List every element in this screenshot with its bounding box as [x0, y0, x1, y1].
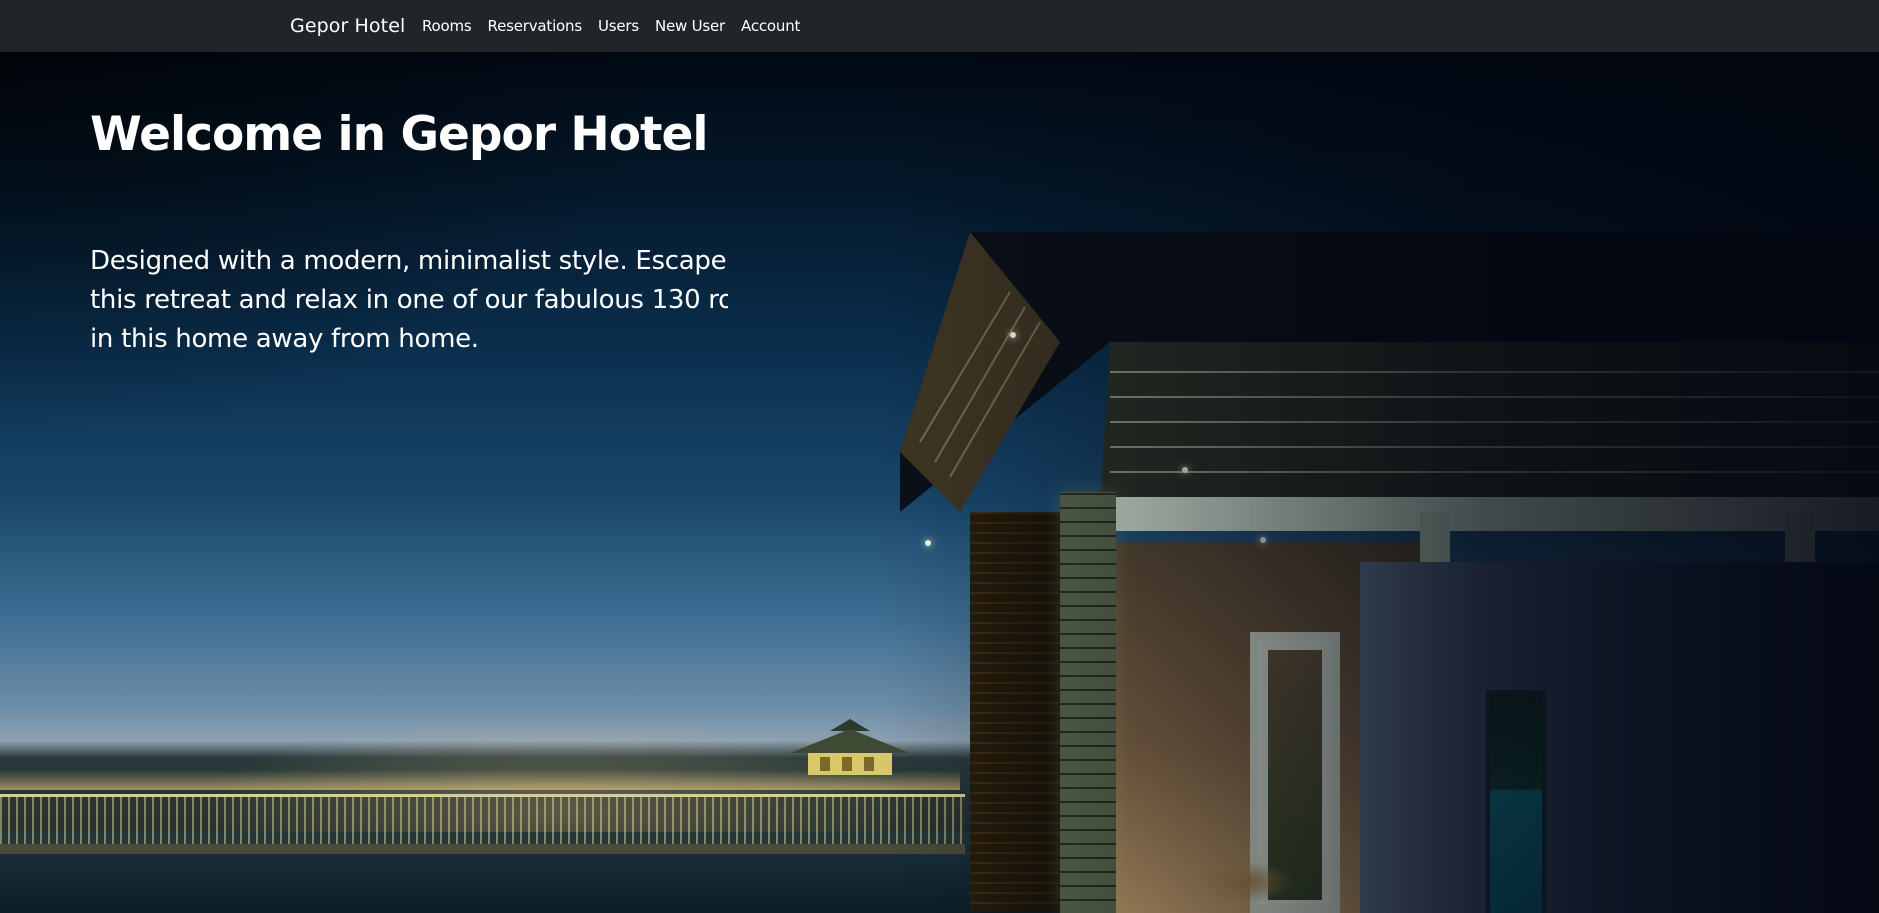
nav-links: Rooms Reservations Users New User Accoun…: [422, 0, 816, 52]
nav-link-users[interactable]: Users: [598, 17, 639, 35]
hero-background-image: [0, 52, 1879, 913]
pier-railing: [0, 794, 965, 844]
nav-link-new-user[interactable]: New User: [655, 17, 725, 35]
hero-title: Welcome in Gepor Hotel: [90, 107, 708, 162]
pier-deck: [0, 844, 965, 854]
nav-link-reservations[interactable]: Reservations: [488, 17, 583, 35]
top-navbar: Gepor Hotel Rooms Reservations Users New…: [0, 0, 1879, 52]
brand-link[interactable]: Gepor Hotel: [290, 0, 405, 52]
hero-description-container: Designed with a modern, minimalist style…: [90, 242, 728, 362]
nav-link-account[interactable]: Account: [741, 17, 800, 35]
nav-link-rooms[interactable]: Rooms: [422, 17, 472, 35]
hero-description: Designed with a modern, minimalist style…: [90, 246, 728, 354]
right-shade: [879, 52, 1879, 913]
